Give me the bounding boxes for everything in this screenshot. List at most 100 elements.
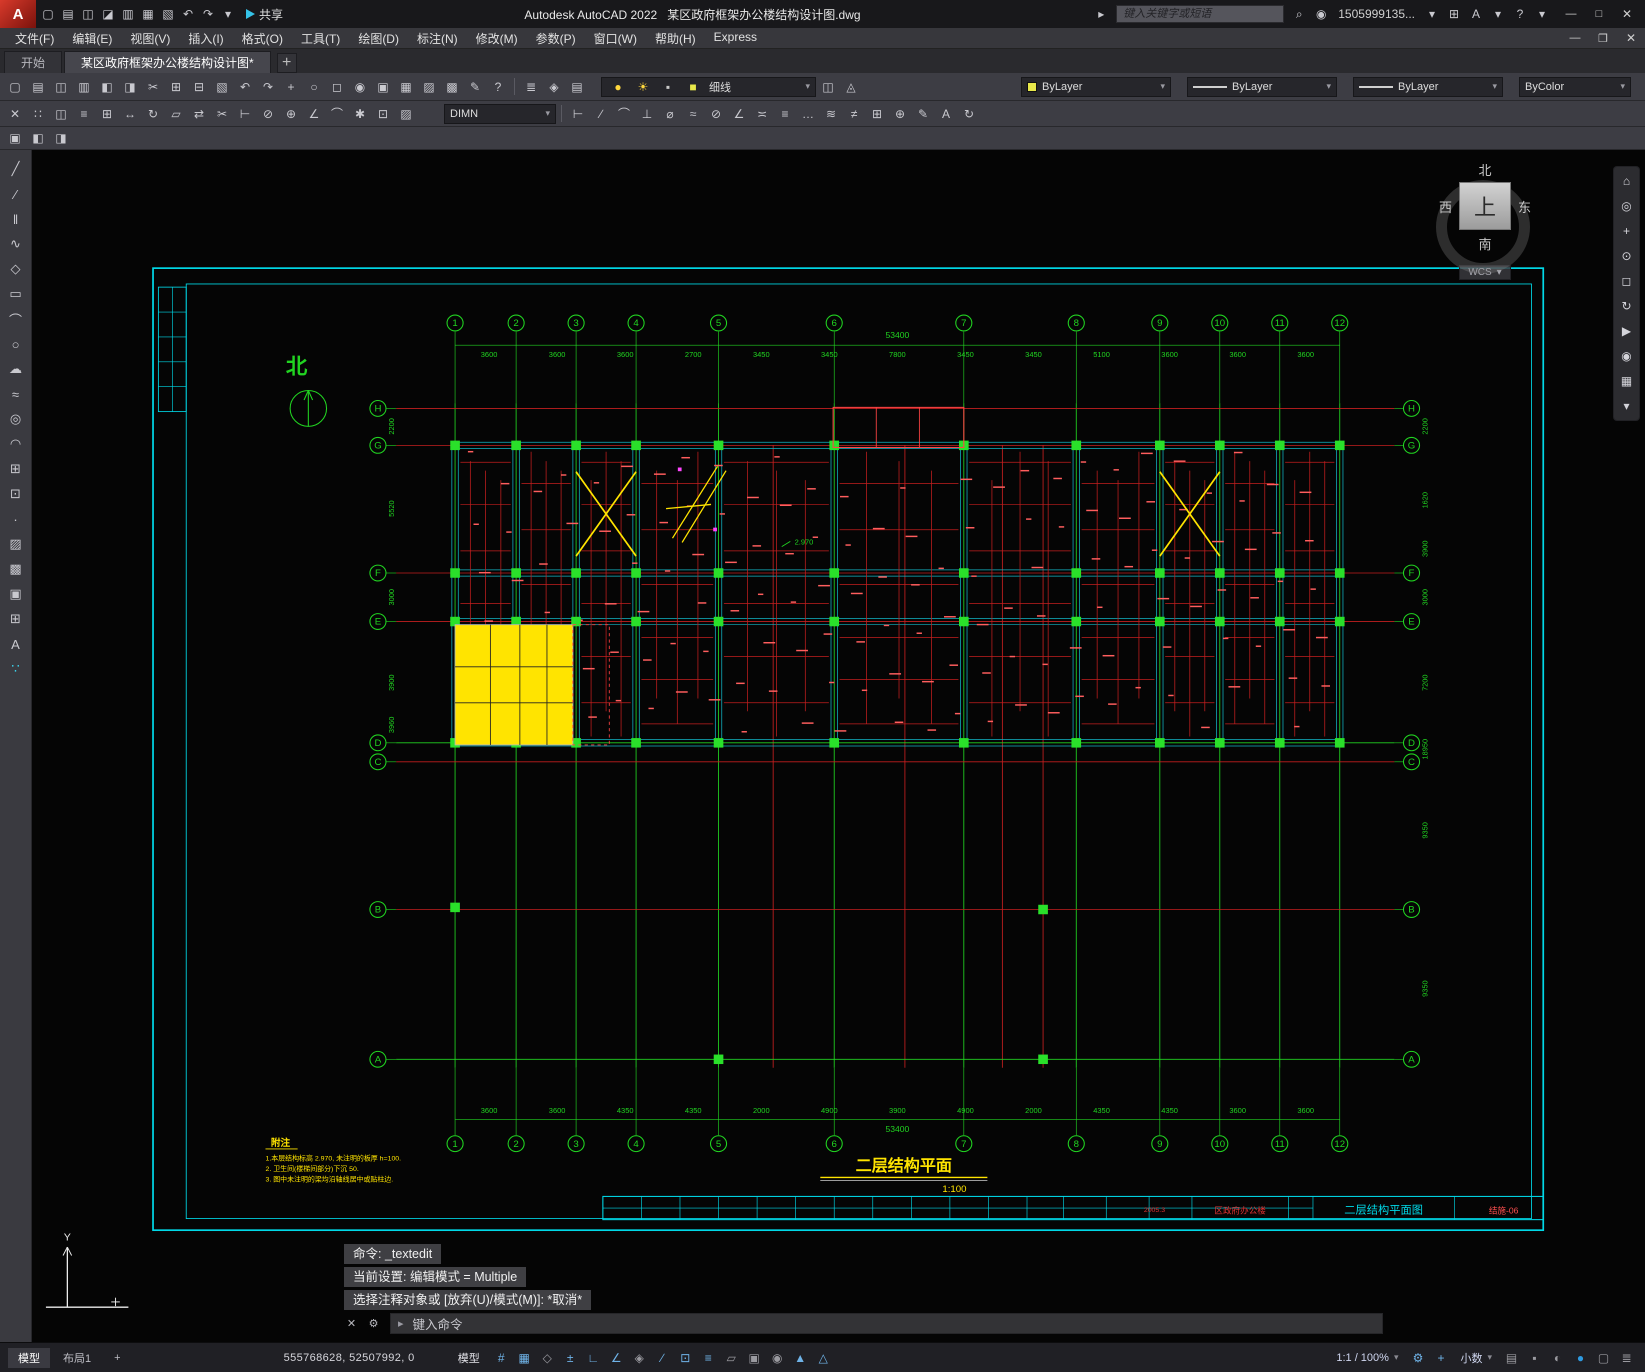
model-space-toggle[interactable]: 模型	[458, 1350, 480, 1366]
customize-statusbar-icon[interactable]: ≣	[1616, 1348, 1637, 1367]
point-tool[interactable]: ·	[4, 508, 28, 530]
dim-style-dropdown[interactable]: DIMN ▾	[444, 103, 556, 124]
menu-item[interactable]: Express	[705, 30, 766, 47]
object-snap-tracking-icon[interactable]: ∕	[652, 1348, 673, 1367]
lineweight-dropdown[interactable]: ByLayer ▾	[1353, 76, 1503, 97]
menu-item[interactable]: 窗口(W)	[585, 30, 646, 47]
diameter-dim-icon[interactable]: ⊘	[705, 104, 727, 124]
clean-screen-icon[interactable]: ▢	[1593, 1348, 1614, 1367]
drawing-floor-plan[interactable]: 112233445566778899101011111212H HG GF FE ED D…	[32, 150, 1645, 1342]
help-caret-icon[interactable]: ▾	[1531, 4, 1553, 24]
line-tool[interactable]: ╱	[4, 158, 28, 180]
explode-icon[interactable]: ✱	[349, 104, 371, 124]
trim-icon[interactable]: ✂	[211, 104, 233, 124]
publish-icon[interactable]: ◨	[119, 77, 141, 97]
dim-text-edit-icon[interactable]: A	[935, 104, 957, 124]
layer-walk-icon[interactable]: ◬	[840, 77, 862, 97]
share-button[interactable]: 共享	[246, 6, 283, 23]
table-tool[interactable]: ⊞	[4, 608, 28, 630]
angular-dim-icon[interactable]: ∠	[728, 104, 750, 124]
snap-mode-icon[interactable]: ▦	[514, 1348, 535, 1367]
menu-item[interactable]: 绘图(D)	[349, 30, 408, 47]
layer-properties-icon[interactable]: ≣	[520, 77, 542, 97]
tab-current-drawing[interactable]: 某区政府框架办公楼结构设计图*	[64, 51, 271, 73]
tolerance-icon[interactable]: ⊞	[866, 104, 888, 124]
mline-tool[interactable]: ‖	[4, 208, 28, 230]
save-as-icon[interactable]: ◪	[98, 4, 118, 24]
pan-icon[interactable]: +	[1616, 222, 1637, 240]
sheet-set-icon[interactable]: ▩	[441, 77, 463, 97]
units-dropdown[interactable]: 小数 ▾	[1454, 1349, 1498, 1367]
mirror-icon[interactable]: ◫	[50, 104, 72, 124]
menu-item[interactable]: 编辑(E)	[63, 30, 121, 47]
full-navigation-wheel-icon[interactable]: ◎	[1616, 197, 1637, 215]
plot-icon[interactable]: ▥	[73, 77, 95, 97]
command-input[interactable]: ▸ 键入命令	[390, 1313, 1383, 1334]
dim-edit-icon[interactable]: ✎	[912, 104, 934, 124]
plot-preview-icon[interactable]: ◧	[96, 77, 118, 97]
dim-update-icon[interactable]: ↻	[958, 104, 980, 124]
menu-item[interactable]: 插入(I)	[179, 30, 232, 47]
center-mark-icon[interactable]: ⊕	[889, 104, 911, 124]
arc-tool[interactable]: ⌒	[4, 308, 28, 330]
revcloud-tool[interactable]: ☁	[4, 358, 28, 380]
nav-more-icon[interactable]: ▾	[1616, 397, 1637, 415]
menu-item[interactable]: 修改(M)	[467, 30, 527, 47]
transparency-icon[interactable]: ▱	[721, 1348, 742, 1367]
layer-previous-icon[interactable]: ◈	[543, 77, 565, 97]
annotation-scale-add-icon[interactable]: +	[1430, 1348, 1451, 1367]
move-icon[interactable]: ↔	[119, 104, 141, 124]
open-web-icon[interactable]: ▥	[118, 4, 138, 24]
quick-properties-icon[interactable]: ▤	[1501, 1348, 1522, 1367]
autocad-logo-icon[interactable]: A	[0, 0, 36, 28]
new-tab-button[interactable]: +	[276, 53, 297, 73]
viewcube-top-face[interactable]: 上	[1459, 182, 1511, 230]
steering-wheel-icon[interactable]: ◉	[1616, 347, 1637, 365]
ortho-mode-icon[interactable]: ∟	[583, 1348, 604, 1367]
lock-ui-icon[interactable]: ▪	[1524, 1348, 1545, 1367]
menu-item[interactable]: 视图(V)	[121, 30, 179, 47]
scale-icon[interactable]: ▱	[165, 104, 187, 124]
customize-command-icon[interactable]: ⚙	[366, 1314, 381, 1334]
search-type-icon[interactable]: ▸	[1090, 4, 1112, 24]
menu-item[interactable]: 参数(P)	[527, 30, 585, 47]
tab-start[interactable]: 开始	[4, 51, 63, 73]
viewcube-home-icon[interactable]: ⌂	[1616, 172, 1637, 190]
zoom-realtime-icon[interactable]: ○	[303, 77, 325, 97]
model-tab[interactable]: 模型	[8, 1347, 50, 1368]
plot-icon[interactable]: ▧	[158, 4, 178, 24]
insert-block-tool[interactable]: ⊞	[4, 458, 28, 480]
join-icon[interactable]: ⊕	[280, 104, 302, 124]
annotation-visibility-icon[interactable]: ▲	[790, 1348, 811, 1367]
extend-icon[interactable]: ⊢	[234, 104, 256, 124]
tool-palettes-icon[interactable]: ▨	[418, 77, 440, 97]
match-properties-icon[interactable]: ▧	[211, 77, 233, 97]
polar-tracking-icon[interactable]: ∠	[606, 1348, 627, 1367]
minimize-button[interactable]: —	[1557, 3, 1585, 25]
layer-dropdown[interactable]: ● ☀ ▪ ■ 细线 ▾	[601, 76, 816, 97]
offset-icon[interactable]: ≡	[73, 104, 95, 124]
save-web-icon[interactable]: ▦	[138, 4, 158, 24]
ordinate-dim-icon[interactable]: ⊥	[636, 104, 658, 124]
search-icon[interactable]: ⌕	[1288, 4, 1310, 24]
zoom-window-icon[interactable]: ◻	[326, 77, 348, 97]
polygon-tool[interactable]: ◇	[4, 258, 28, 280]
fillet-icon[interactable]: ⌒	[326, 104, 348, 124]
hatch-icon[interactable]: ▨	[395, 104, 417, 124]
signed-in-user[interactable]: 1505999135...	[1338, 7, 1415, 21]
dim-space-icon[interactable]: ≋	[820, 104, 842, 124]
help-question-icon[interactable]: ?	[487, 77, 509, 97]
save-icon[interactable]: ◫	[50, 77, 72, 97]
pan-realtime-icon[interactable]: +	[280, 77, 302, 97]
viewcube-east-label[interactable]: 东	[1518, 197, 1531, 216]
save-icon[interactable]: ◫	[78, 4, 98, 24]
doc-close-button[interactable]: ✕	[1617, 29, 1645, 47]
continue-dim-icon[interactable]: …	[797, 104, 819, 124]
infer-constraints-icon[interactable]: ◇	[537, 1348, 558, 1367]
baseline-dim-icon[interactable]: ≡	[774, 104, 796, 124]
doc-minimize-button[interactable]: —	[1561, 29, 1589, 47]
qat-customize-icon[interactable]: ▾	[218, 4, 238, 24]
radius-dim-icon[interactable]: ⌀	[659, 104, 681, 124]
lineweight-display-icon[interactable]: ≡	[698, 1348, 719, 1367]
point-style-tool[interactable]: ∵	[4, 658, 28, 680]
